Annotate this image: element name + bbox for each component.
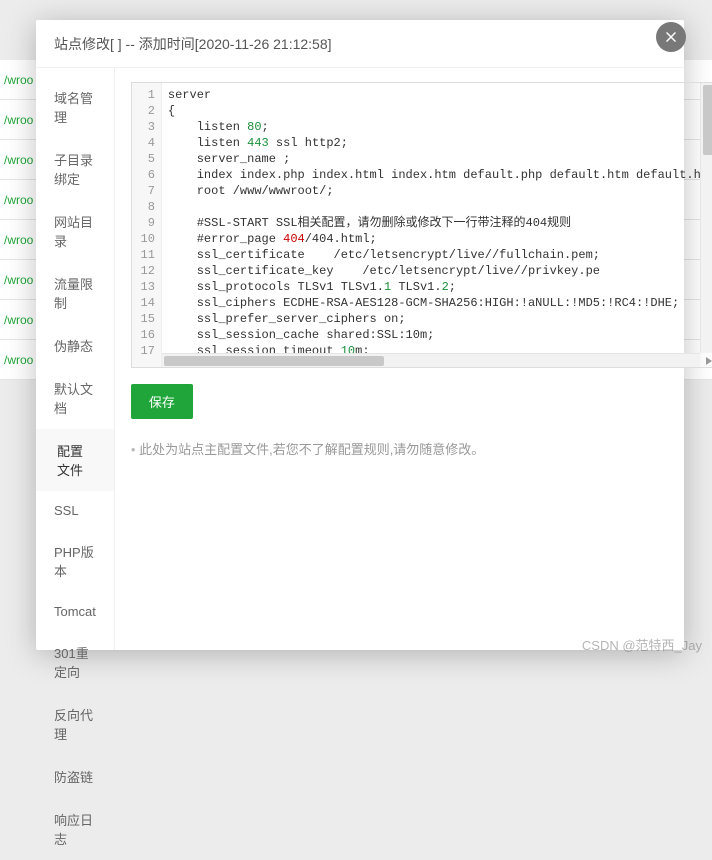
main-panel: 1234567891011121314151617 server { liste… bbox=[115, 68, 712, 650]
sidebar-item-domain[interactable]: 域名管理 bbox=[36, 76, 114, 138]
site-edit-modal: 站点修改[ ] -- 添加时间[2020-11-26 21:12:58] 域名管… bbox=[36, 20, 684, 650]
sidebar-item-defaultdoc[interactable]: 默认文档 bbox=[36, 367, 114, 429]
horizontal-scrollbar[interactable] bbox=[162, 353, 700, 367]
scrollbar-thumb[interactable] bbox=[703, 85, 712, 155]
scroll-right-icon[interactable] bbox=[706, 357, 712, 365]
scrollbar-thumb[interactable] bbox=[164, 356, 384, 366]
close-button[interactable] bbox=[656, 22, 686, 52]
modal-title: 站点修改[ ] -- 添加时间[2020-11-26 21:12:58] bbox=[54, 34, 332, 54]
sidebar-item-antileech[interactable]: 防盗链 bbox=[36, 755, 114, 798]
sidebar-item-tomcat[interactable]: Tomcat bbox=[36, 592, 114, 631]
line-gutter: 1234567891011121314151617 bbox=[132, 83, 162, 367]
close-icon bbox=[664, 30, 678, 44]
code-area[interactable]: server { listen 80; listen 443 ssl http2… bbox=[162, 83, 712, 367]
sidebar-item-php[interactable]: PHP版本 bbox=[36, 530, 114, 592]
sidebar-item-proxy[interactable]: 反向代理 bbox=[36, 693, 114, 755]
vertical-scrollbar[interactable] bbox=[700, 83, 712, 353]
sidebar: 域名管理子目录绑定网站目录流量限制伪静态默认文档配置文件SSLPHP版本Tomc… bbox=[36, 68, 115, 650]
sidebar-item-log[interactable]: 响应日志 bbox=[36, 798, 114, 860]
sidebar-item-ssl[interactable]: SSL bbox=[36, 491, 114, 530]
config-note: 此处为站点主配置文件,若您不了解配置规则,请勿随意修改。 bbox=[131, 439, 712, 458]
modal-header: 站点修改[ ] -- 添加时间[2020-11-26 21:12:58] bbox=[36, 20, 684, 68]
config-editor[interactable]: 1234567891011121314151617 server { liste… bbox=[131, 82, 712, 368]
sidebar-item-subdir[interactable]: 子目录绑定 bbox=[36, 138, 114, 200]
sidebar-item-rewrite[interactable]: 伪静态 bbox=[36, 324, 114, 367]
sidebar-item-traffic[interactable]: 流量限制 bbox=[36, 262, 114, 324]
save-button[interactable]: 保存 bbox=[131, 384, 193, 419]
sidebar-item-redirect[interactable]: 301重定向 bbox=[36, 631, 114, 693]
watermark: CSDN @范特西_Jay bbox=[582, 635, 702, 654]
sidebar-item-sitedir[interactable]: 网站目录 bbox=[36, 200, 114, 262]
sidebar-item-config[interactable]: 配置文件 bbox=[36, 429, 114, 491]
